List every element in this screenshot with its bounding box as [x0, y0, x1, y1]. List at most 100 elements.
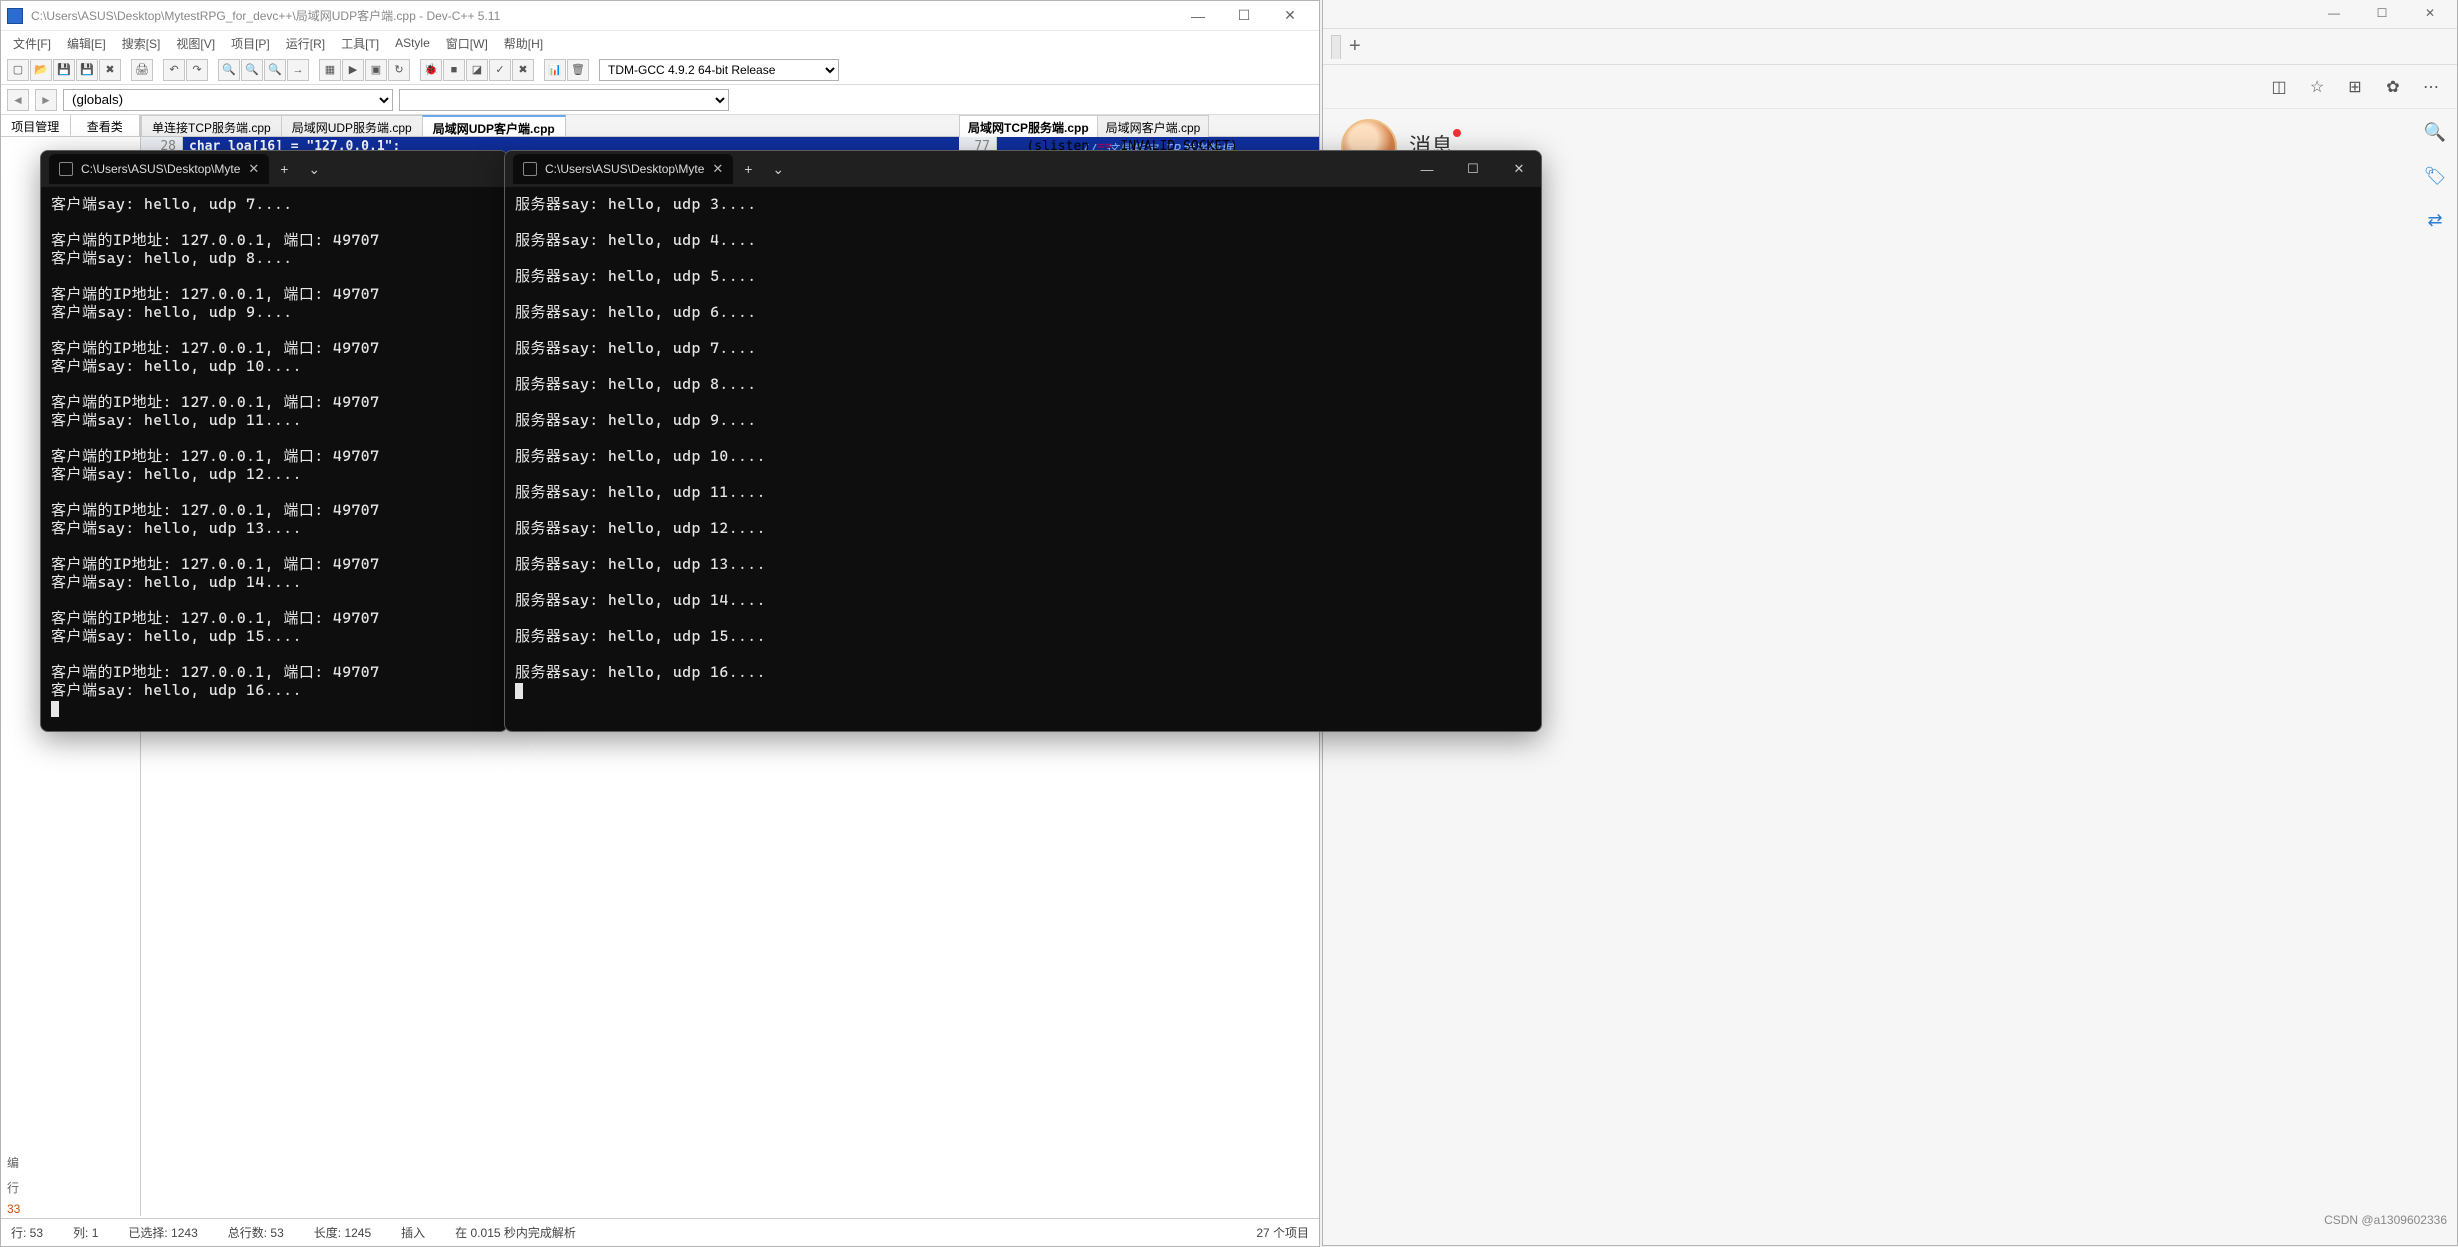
symbol-combo[interactable] — [399, 89, 729, 111]
file-tab-2[interactable]: 局域网UDP客户端.cpp — [422, 115, 566, 136]
favorites-icon[interactable]: ☆ — [2307, 77, 2327, 97]
term1-new-tab-button[interactable]: + — [269, 161, 299, 177]
file-tab-0[interactable]: 单连接TCP服务端.cpp — [141, 115, 282, 136]
devcpp-title: C:\Users\ASUS\Desktop\MytestRPG_for_devc… — [31, 7, 1175, 24]
tag-icon[interactable]: 🏷 — [2422, 163, 2448, 189]
menu-project[interactable]: 项目[P] — [225, 33, 276, 54]
term1-output[interactable]: 客户端say: hello, udp 7.... 客户端的IP地址: 127.0… — [41, 187, 507, 725]
scope-combo[interactable]: (globals) — [63, 89, 393, 111]
term2-tab[interactable]: C:\Users\ASUS\Desktop\Myte ✕ — [513, 154, 733, 184]
status-col: 列: 1 — [73, 1224, 98, 1241]
term2-tab-dropdown-icon[interactable]: ⌄ — [763, 161, 793, 178]
status-sel: 已选择: 1243 — [128, 1224, 197, 1241]
options-icon[interactable]: ✓ — [489, 59, 511, 81]
save-icon[interactable]: 💾 — [53, 59, 75, 81]
nav-back-icon[interactable]: ◄ — [7, 89, 29, 111]
find-icon[interactable]: 🔍 — [218, 59, 240, 81]
new-tab-button[interactable]: + — [1341, 35, 1369, 58]
close-file-icon[interactable]: ✖ — [99, 59, 121, 81]
right-tab-1[interactable]: 局域网客户端.cpp — [1097, 115, 1210, 137]
clear-icon[interactable]: ✖ — [512, 59, 534, 81]
term2-close-button[interactable]: ✕ — [1497, 151, 1541, 187]
devcpp-menubar: 文件[F] 编辑[E] 搜索[S] 视图[V] 项目[P] 运行[R] 工具[T… — [1, 31, 1319, 55]
status-line: 行: 53 — [11, 1224, 43, 1241]
debug-icon[interactable]: 🐞 — [420, 59, 442, 81]
term1-tab[interactable]: C:\Users\ASUS\Desktop\Myte ✕ — [49, 154, 269, 184]
extensions-icon[interactable]: ✿ — [2383, 77, 2403, 97]
term1-tab-dropdown-icon[interactable]: ⌄ — [299, 161, 329, 178]
delete-profile-icon[interactable]: 🗑 — [567, 59, 589, 81]
menu-astyle[interactable]: AStyle — [389, 34, 436, 52]
watermark-text: CSDN @a1309602336 — [2324, 1213, 2447, 1227]
swap-icon[interactable]: ⇄ — [2422, 207, 2448, 233]
term1-tab-close-icon[interactable]: ✕ — [248, 161, 259, 177]
term2-tabbar[interactable]: C:\Users\ASUS\Desktop\Myte ✕ + ⌄ — ☐ ✕ — [505, 151, 1541, 187]
devcpp-titlebar[interactable]: C:\Users\ASUS\Desktop\MytestRPG_for_devc… — [1, 1, 1319, 31]
menu-help[interactable]: 帮助[H] — [498, 33, 549, 54]
browser-tab-stub[interactable] — [1331, 35, 1341, 59]
left-status-gutter: 编 行 33 — [1, 1150, 43, 1218]
term2-window-controls: — ☐ ✕ — [1405, 151, 1541, 187]
term2-minimize-button[interactable]: — — [1405, 151, 1449, 187]
browser-footer: CSDN @a1309602336 — [1333, 1213, 2447, 1227]
find-in-files-icon[interactable]: 🔍 — [264, 59, 286, 81]
right-tab-0[interactable]: 局域网TCP服务端.cpp — [959, 115, 1098, 137]
nav-fwd-icon[interactable]: ► — [35, 89, 57, 111]
status-total: 总行数: 53 — [228, 1224, 284, 1241]
browser-minimize-button[interactable]: — — [2311, 0, 2357, 28]
browser-maximize-button[interactable]: ☐ — [2359, 0, 2405, 28]
goto-icon[interactable]: → — [287, 59, 309, 81]
replace-icon[interactable]: 🔍 — [241, 59, 263, 81]
compile-run-icon[interactable]: ▣ — [365, 59, 387, 81]
menu-search[interactable]: 搜索[S] — [116, 33, 167, 54]
compile-icon[interactable]: ▦ — [319, 59, 341, 81]
status-len: 长度: 1245 — [314, 1224, 371, 1241]
rebuild-icon[interactable]: ↻ — [388, 59, 410, 81]
terminal-server-window: C:\Users\ASUS\Desktop\Myte ✕ + ⌄ — ☐ ✕ 服… — [504, 150, 1542, 732]
browser-titlebar[interactable]: — ☐ ✕ — [1323, 0, 2457, 29]
menu-view[interactable]: 视图[V] — [170, 33, 221, 54]
terminal-icon — [523, 162, 537, 176]
side-tab-project[interactable]: 项目管理 — [1, 115, 71, 136]
term2-new-tab-button[interactable]: + — [733, 161, 763, 177]
term2-maximize-button[interactable]: ☐ — [1451, 151, 1495, 187]
term2-output[interactable]: 服务器say: hello, udp 3.... 服务器say: hello, … — [505, 187, 1541, 707]
collections-icon[interactable]: ⊞ — [2345, 77, 2365, 97]
term1-tab-title: C:\Users\ASUS\Desktop\Myte — [81, 162, 240, 176]
menu-run[interactable]: 运行[R] — [280, 33, 331, 54]
devcpp-statusbar: 行: 53 列: 1 已选择: 1243 总行数: 53 长度: 1245 插入… — [1, 1218, 1319, 1246]
redo-icon[interactable]: ↷ — [186, 59, 208, 81]
new-file-icon[interactable]: ▢ — [7, 59, 29, 81]
notification-dot-icon — [1453, 129, 1461, 137]
devcpp-toolbar: ▢ 📂 💾 💾 ✖ 🖨 ↶ ↷ 🔍 🔍 🔍 → ▦ ▶ ▣ ↻ 🐞 ■ — [1, 55, 1319, 85]
term2-tab-close-icon[interactable]: ✕ — [712, 161, 723, 177]
file-tab-1[interactable]: 局域网UDP服务端.cpp — [281, 115, 423, 136]
undo-icon[interactable]: ↶ — [163, 59, 185, 81]
run-icon[interactable]: ▶ — [342, 59, 364, 81]
stop-icon[interactable]: ■ — [443, 59, 465, 81]
status-ins: 插入 — [401, 1224, 425, 1241]
browser-toolbar: ◫ ☆ ⊞ ✿ ⋯ — [1323, 65, 2457, 109]
minimize-button[interactable]: — — [1175, 2, 1221, 30]
menu-edit[interactable]: 编辑[E] — [61, 33, 112, 54]
side-tab-classes[interactable]: 查看类 — [71, 115, 141, 136]
menu-tools[interactable]: 工具[T] — [335, 33, 385, 54]
search-icon[interactable]: 🔍 — [2422, 119, 2448, 145]
terminal-icon — [59, 162, 73, 176]
term1-tabbar[interactable]: C:\Users\ASUS\Desktop\Myte ✕ + ⌄ — [41, 151, 507, 187]
profile-analysis-icon[interactable]: 📊 — [544, 59, 566, 81]
print-icon[interactable]: 🖨 — [131, 59, 153, 81]
save-all-icon[interactable]: 💾 — [76, 59, 98, 81]
split-screen-icon[interactable]: ◫ — [2269, 77, 2289, 97]
browser-sidebar: 🔍 🏷 ⇄ — [2413, 109, 2457, 233]
close-button[interactable]: ✕ — [1267, 2, 1313, 30]
open-file-icon[interactable]: 📂 — [30, 59, 52, 81]
menu-file[interactable]: 文件[F] — [7, 33, 57, 54]
devcpp-toolbar2: ◄ ► (globals) — [1, 85, 1319, 115]
compiler-select[interactable]: TDM-GCC 4.9.2 64-bit Release — [599, 59, 839, 81]
more-icon[interactable]: ⋯ — [2421, 77, 2441, 97]
profile-icon[interactable]: ◪ — [466, 59, 488, 81]
menu-window[interactable]: 窗口[W] — [440, 33, 494, 54]
maximize-button[interactable]: ☐ — [1221, 2, 1267, 30]
browser-close-button[interactable]: ✕ — [2407, 0, 2453, 28]
